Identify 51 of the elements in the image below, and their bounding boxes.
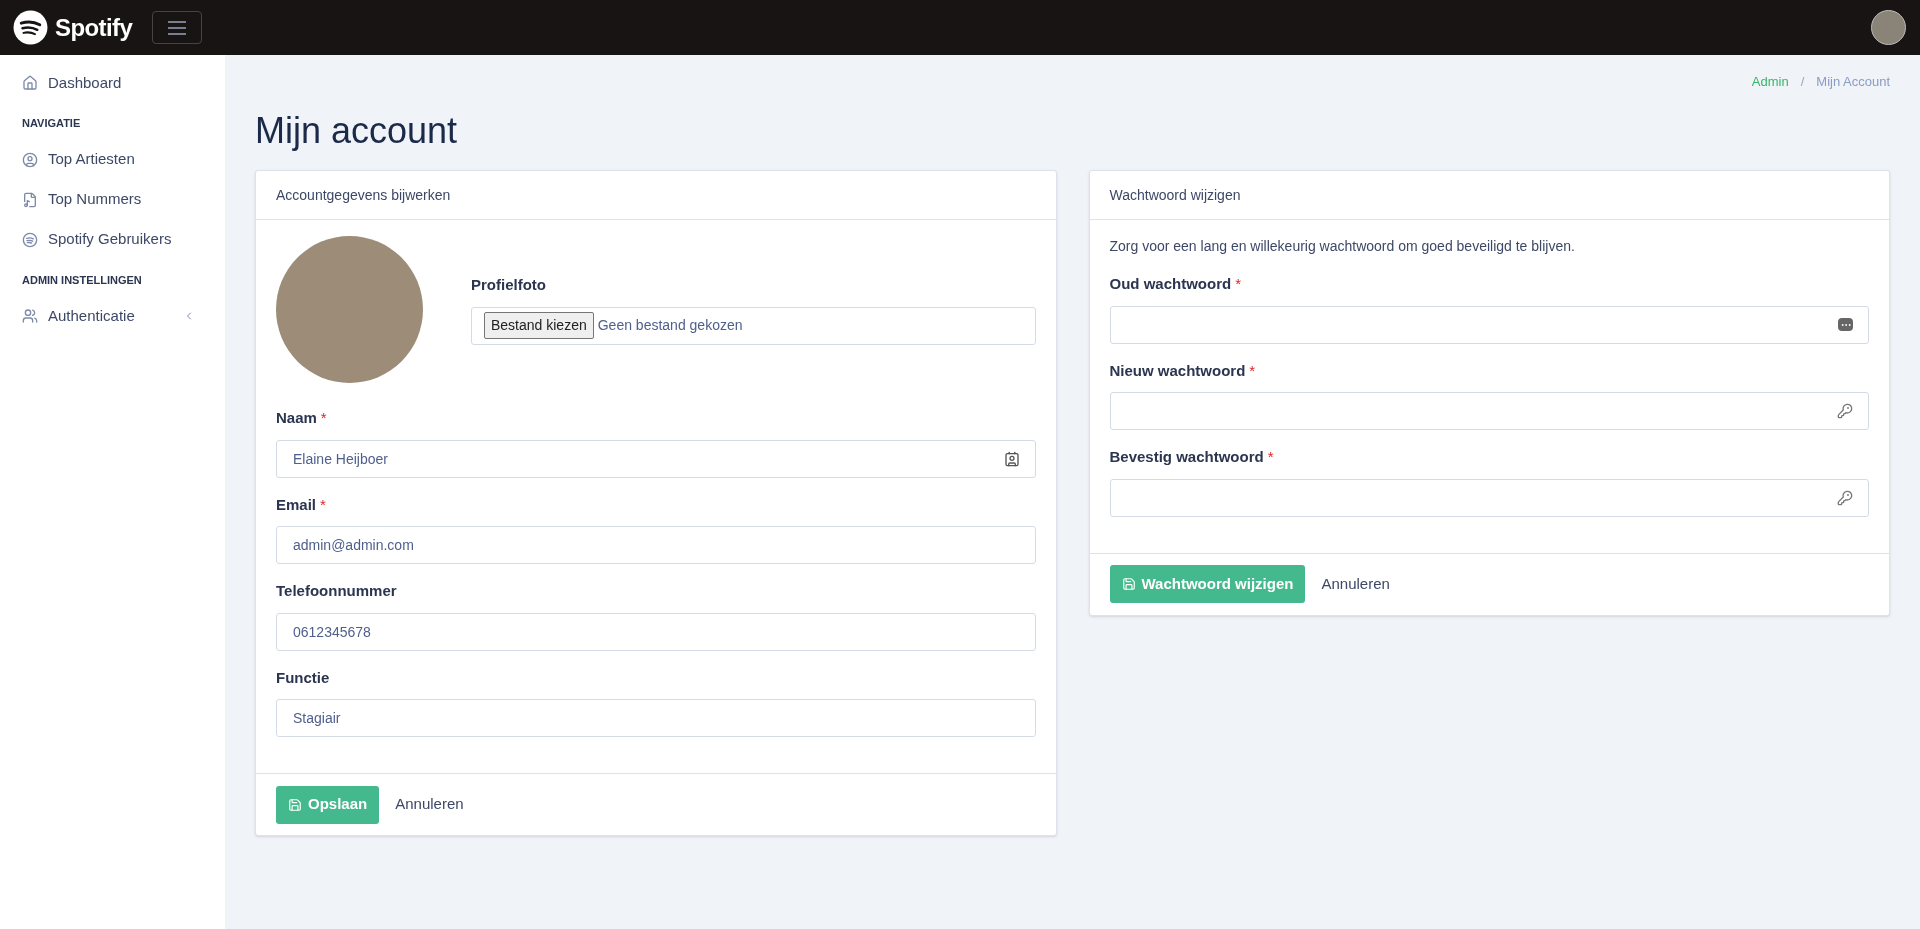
field-label: Functie	[276, 667, 330, 688]
key-icon	[1837, 489, 1853, 506]
field-label: Naam	[276, 408, 317, 429]
input-field[interactable]: Elaine Heijboer	[276, 439, 1036, 478]
sidebar-heading: NAVIGATIE	[22, 116, 81, 131]
key-icon	[1837, 403, 1853, 420]
field-label: Nieuw wachtwoord	[1109, 360, 1246, 381]
input-field[interactable]	[1109, 392, 1869, 431]
menu-button[interactable]	[152, 11, 203, 44]
sidebar-link[interactable]: Top Nummers	[48, 188, 142, 211]
menu-icon	[167, 19, 188, 36]
sidebar-link[interactable]: Top Artiesten	[48, 148, 135, 171]
field-label: Bevestig wachtwoord	[1109, 447, 1264, 468]
input-field[interactable]: admin@admin.com	[276, 526, 1036, 565]
required-asterisk: *	[320, 494, 326, 515]
required-asterisk: *	[1235, 274, 1241, 295]
file-input[interactable]: Bestand kiezen Geen bestand gekozen	[471, 306, 1036, 345]
sidebar-link[interactable]: Dashboard	[48, 71, 122, 95]
avatar[interactable]	[1871, 10, 1906, 45]
sidebar-link[interactable]: Spotify Gebruikers	[48, 228, 172, 251]
cancel-link[interactable]: Annuleren	[395, 793, 464, 816]
spotify-logo-icon	[12, 9, 49, 46]
required-asterisk: *	[320, 408, 327, 429]
required-asterisk: *	[1267, 447, 1274, 468]
card-title: Accountgegevens bijwerken	[276, 185, 451, 205]
users-icon	[22, 308, 38, 324]
file-status: Geen bestand gekozen	[597, 316, 743, 336]
card-title: Wachtwoord wijzigen	[1109, 185, 1241, 205]
music-file-icon	[22, 191, 38, 208]
field-label: Profielfoto	[471, 275, 546, 296]
sound-circle-icon	[22, 231, 38, 248]
home-icon	[22, 75, 38, 91]
user-icon	[22, 151, 38, 168]
choose-file-button[interactable]: Bestand kiezen	[484, 312, 594, 340]
input-field[interactable]	[1109, 478, 1869, 517]
cancel-link[interactable]: Annuleren	[1321, 572, 1390, 596]
page-title: Mijn account	[255, 109, 458, 153]
input-field[interactable]: Stagiair	[276, 699, 1036, 738]
required-asterisk: *	[1249, 360, 1256, 381]
sidebar-heading: ADMIN INSTELLINGEN	[22, 272, 142, 288]
password-dots-icon	[1838, 318, 1853, 332]
field-label: Email	[276, 494, 317, 515]
contact-card-icon	[1003, 450, 1020, 467]
sidebar-link[interactable]: Authenticatie	[48, 304, 135, 328]
breadcrumb-separator: /	[1800, 73, 1805, 92]
input-field[interactable]	[1109, 305, 1869, 344]
input-field[interactable]: 0612345678	[276, 612, 1036, 651]
field-label: Oud wachtwoord	[1109, 274, 1232, 295]
field-label: Telefoonnummer	[276, 581, 397, 602]
logo-text: Spotify	[55, 12, 133, 43]
intro-text: Zorg voor een lang en willekeurig wachtwoord om goed beveiligd te blijven.	[1109, 237, 1576, 257]
